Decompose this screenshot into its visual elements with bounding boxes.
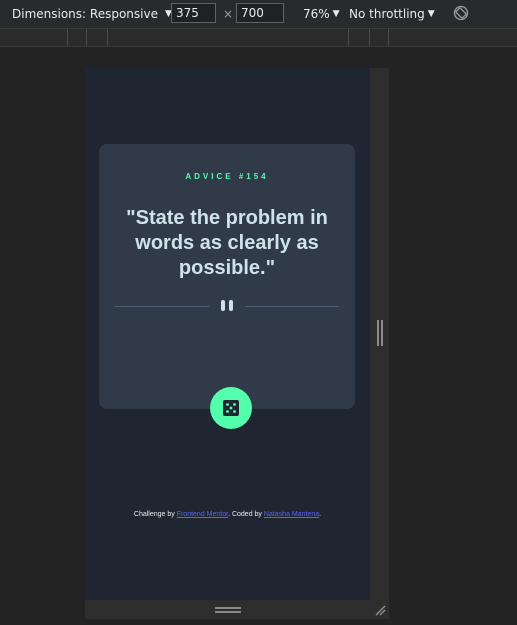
attribution-prefix: Challenge by [133, 511, 177, 518]
caret-down-icon: ▼ [332, 9, 340, 19]
advice-quote: "State the problem in words as clearly a… [126, 207, 328, 279]
rotate-icon[interactable] [453, 5, 469, 21]
throttling-dropdown[interactable]: No throttling ▼ [349, 7, 435, 21]
attribution: Challenge by Frontend Mentor. Coded by N… [85, 511, 370, 518]
emulated-viewport: ADVICE #154 "State the problem in words … [85, 68, 370, 600]
divider-line [115, 306, 209, 307]
dimensions-label: Dimensions: Responsive [12, 7, 158, 21]
media-query-segment[interactable] [86, 29, 107, 46]
media-query-segment[interactable] [67, 29, 85, 46]
caret-down-icon: ▼ [427, 9, 435, 19]
media-query-bar [0, 29, 517, 47]
new-advice-button[interactable] [210, 387, 252, 429]
media-query-segment[interactable] [107, 29, 348, 46]
author-link[interactable]: Natasha Mantena [264, 511, 319, 518]
attribution-suffix: . [319, 511, 322, 518]
media-query-segment[interactable] [348, 29, 369, 46]
pause-divider-icon [219, 300, 235, 312]
zoom-dropdown[interactable]: 76% ▼ [303, 7, 340, 21]
media-query-segment[interactable] [388, 29, 390, 46]
width-input[interactable] [171, 3, 216, 23]
times-separator: × [223, 7, 234, 21]
attribution-middle: . Coded by [228, 511, 264, 518]
dimensions-dropdown[interactable]: Dimensions: Responsive ▼ [12, 7, 172, 21]
frontend-mentor-link[interactable]: Frontend Mentor [177, 511, 228, 518]
resize-grip-icon [377, 320, 383, 346]
height-input[interactable] [236, 3, 284, 23]
device-toolbar: Dimensions: Responsive ▼ × 76% ▼ No thro… [0, 0, 517, 29]
zoom-label: 76% [303, 7, 330, 21]
dice-icon [223, 400, 239, 416]
throttling-label: No throttling [349, 7, 425, 21]
media-query-segment[interactable] [369, 29, 388, 46]
right-resize-handle[interactable] [370, 68, 389, 600]
bottom-resize-handle[interactable] [85, 600, 389, 619]
resize-grip-icon[interactable] [374, 604, 386, 616]
resize-grip-icon [215, 607, 241, 613]
pattern-divider [115, 299, 339, 313]
divider-line [245, 306, 339, 307]
advice-card: ADVICE #154 "State the problem in words … [99, 144, 355, 409]
advice-id: ADVICE #154 [185, 172, 269, 181]
